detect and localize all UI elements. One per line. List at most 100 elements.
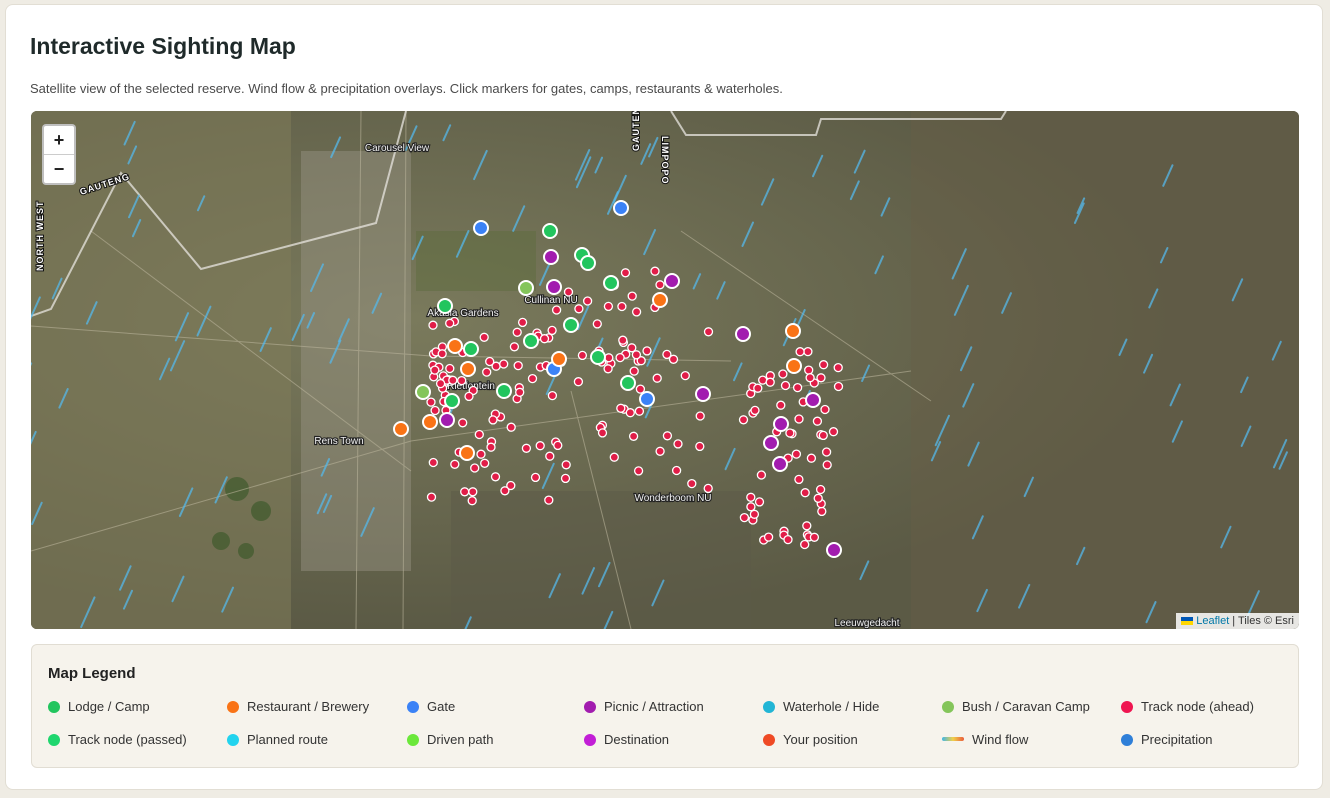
track-node[interactable] — [778, 369, 788, 379]
track-node[interactable] — [662, 431, 673, 441]
track-node[interactable] — [754, 497, 765, 507]
track-node[interactable] — [739, 512, 750, 523]
track-node[interactable] — [617, 301, 627, 312]
restaurant-marker[interactable] — [393, 421, 409, 437]
track-node[interactable] — [738, 415, 749, 425]
track-node[interactable] — [474, 429, 484, 440]
satellite-map[interactable]: Carousel View Akasia Gardens Rens Town Cull… — [31, 111, 1299, 629]
track-node[interactable] — [582, 296, 593, 306]
track-node[interactable] — [673, 439, 683, 449]
track-node[interactable] — [620, 268, 631, 278]
track-node[interactable] — [577, 350, 588, 361]
track-node[interactable] — [800, 539, 810, 550]
track-node[interactable] — [805, 373, 815, 383]
restaurant-marker[interactable] — [551, 351, 567, 367]
map-canvas[interactable]: Carousel ViewAkasia GardensRens TownCull… — [31, 111, 1299, 629]
lodge-marker[interactable] — [496, 383, 512, 399]
track-node[interactable] — [794, 474, 804, 485]
track-node[interactable] — [437, 349, 447, 359]
track-node[interactable] — [625, 408, 635, 418]
track-node[interactable] — [809, 532, 820, 542]
track-node[interactable] — [467, 496, 477, 506]
track-node[interactable] — [476, 449, 486, 459]
track-node[interactable] — [818, 430, 828, 441]
track-node[interactable] — [642, 346, 652, 356]
track-node[interactable] — [457, 375, 467, 386]
track-node[interactable] — [813, 493, 823, 503]
picnic-marker[interactable] — [543, 249, 559, 265]
track-node[interactable] — [631, 307, 642, 317]
track-node[interactable] — [750, 405, 760, 416]
track-node[interactable] — [561, 460, 571, 470]
track-node[interactable] — [544, 495, 554, 505]
track-node[interactable] — [776, 400, 786, 410]
track-node[interactable] — [513, 360, 523, 371]
track-node[interactable] — [758, 375, 768, 385]
track-node[interactable] — [821, 447, 832, 457]
picnic-marker[interactable] — [772, 456, 788, 472]
track-node[interactable] — [627, 343, 637, 353]
track-node[interactable] — [695, 411, 705, 421]
zoom-out-button[interactable]: − — [44, 155, 74, 183]
track-node[interactable] — [499, 359, 509, 369]
track-node[interactable] — [615, 352, 625, 363]
track-node[interactable] — [488, 415, 498, 425]
track-node[interactable] — [634, 406, 645, 416]
track-node[interactable] — [517, 317, 528, 328]
restaurant-marker[interactable] — [786, 358, 802, 374]
track-node[interactable] — [800, 488, 810, 498]
track-node[interactable] — [828, 427, 839, 437]
lodge-marker[interactable] — [437, 298, 453, 314]
picnic-marker[interactable] — [773, 416, 789, 432]
track-node[interactable] — [616, 403, 626, 413]
track-node[interactable] — [655, 446, 665, 456]
track-node[interactable] — [574, 304, 584, 314]
track-node[interactable] — [804, 365, 814, 375]
track-node[interactable] — [687, 478, 697, 489]
restaurant-marker[interactable] — [459, 445, 475, 461]
lodge-marker[interactable] — [463, 341, 479, 357]
track-node[interactable] — [426, 492, 437, 502]
track-node[interactable] — [573, 377, 584, 387]
track-node[interactable] — [464, 391, 474, 402]
track-node[interactable] — [753, 383, 763, 393]
restaurant-marker[interactable] — [652, 292, 668, 308]
track-node[interactable] — [597, 428, 608, 438]
track-node[interactable] — [628, 431, 639, 441]
track-node[interactable] — [479, 332, 489, 342]
lodge-marker[interactable] — [590, 349, 606, 365]
track-node[interactable] — [756, 470, 767, 480]
track-node[interactable] — [486, 442, 496, 452]
track-node[interactable] — [551, 305, 562, 315]
track-node[interactable] — [671, 465, 682, 476]
track-node[interactable] — [547, 325, 557, 336]
track-node[interactable] — [802, 521, 812, 531]
restaurant-marker[interactable] — [422, 414, 438, 430]
track-node[interactable] — [445, 318, 455, 328]
track-node[interactable] — [763, 532, 774, 542]
track-node[interactable] — [426, 397, 436, 407]
bush-camp-marker[interactable] — [415, 384, 431, 400]
track-node[interactable] — [812, 416, 823, 426]
track-node[interactable] — [448, 375, 458, 385]
lodge-marker[interactable] — [603, 275, 619, 291]
track-node[interactable] — [785, 428, 795, 438]
track-node[interactable] — [428, 457, 438, 468]
track-node[interactable] — [482, 367, 492, 377]
track-node[interactable] — [633, 466, 644, 476]
track-node[interactable] — [458, 418, 468, 428]
leaflet-link[interactable]: Leaflet — [1196, 615, 1229, 627]
gate-marker[interactable] — [613, 200, 629, 216]
gate-marker[interactable] — [473, 220, 489, 236]
track-node[interactable] — [527, 373, 538, 384]
track-node[interactable] — [803, 346, 813, 357]
track-node[interactable] — [445, 363, 455, 374]
track-node[interactable] — [535, 441, 545, 451]
track-node[interactable] — [629, 366, 639, 376]
restaurant-marker[interactable] — [460, 361, 476, 377]
track-node[interactable] — [703, 327, 714, 337]
track-node[interactable] — [818, 360, 829, 370]
track-node[interactable] — [539, 334, 550, 344]
track-node[interactable] — [430, 405, 440, 416]
track-node[interactable] — [780, 380, 791, 391]
